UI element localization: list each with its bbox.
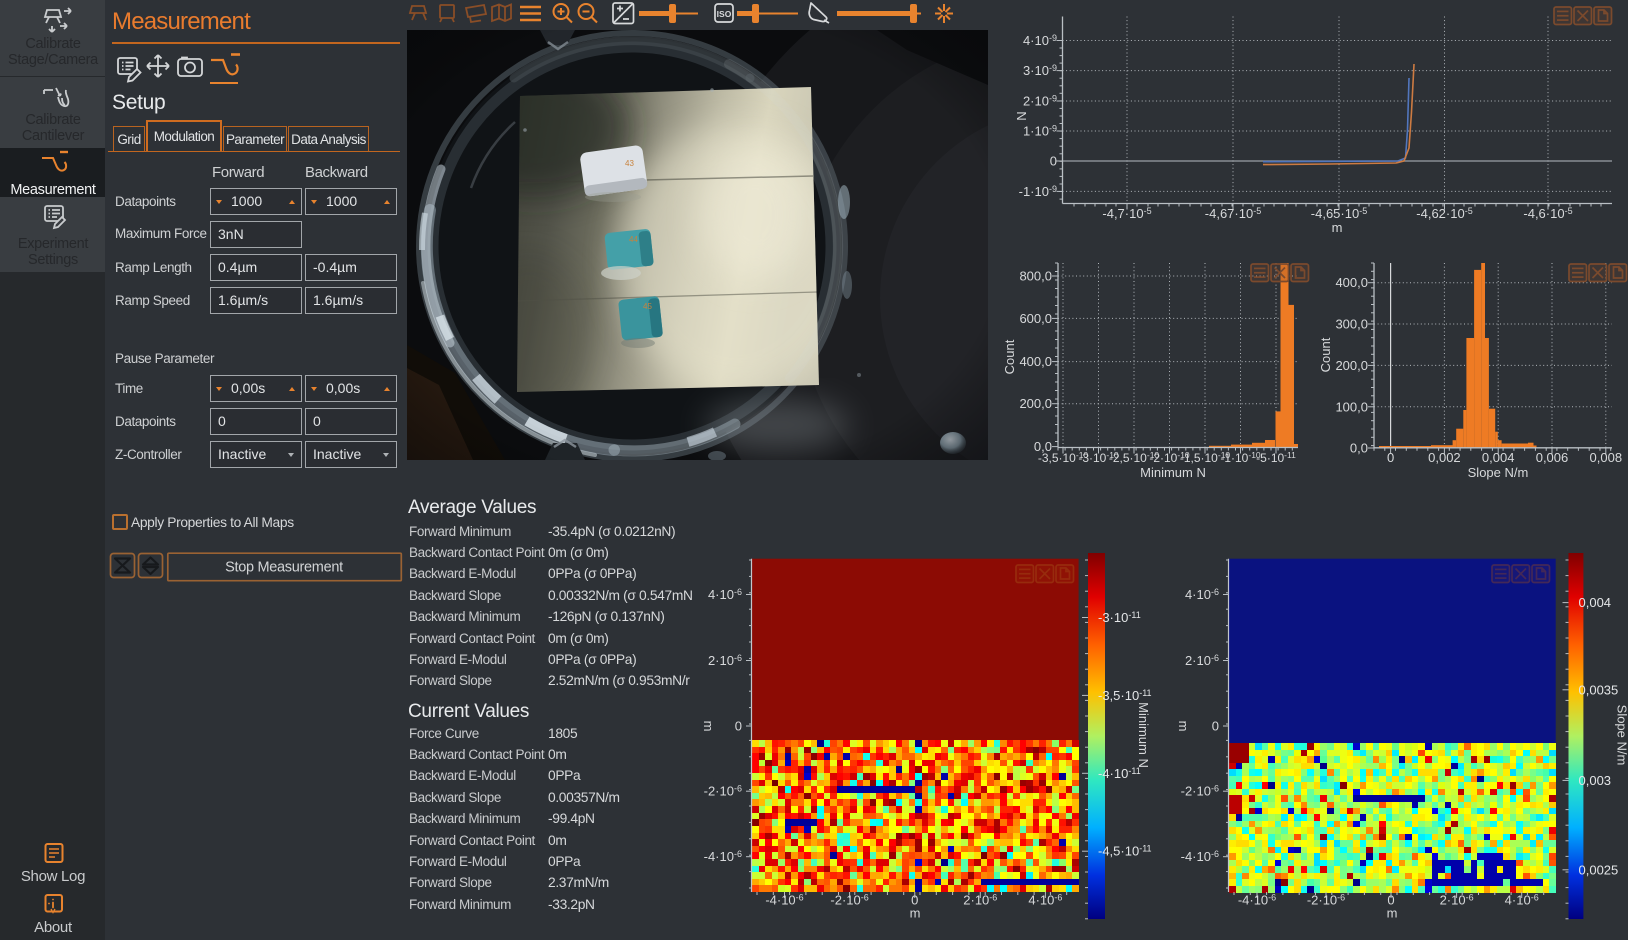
svg-text:600,0: 600,0 (1019, 311, 1052, 326)
svg-text:-3,5·10-11: -3,5·10-11 (1098, 688, 1152, 703)
svg-text:1·10-9: 1·10-9 (1023, 124, 1057, 139)
svg-text:300,0: 300,0 (1335, 317, 1368, 332)
svg-text:-2·10-6: -2·10-6 (1307, 893, 1345, 908)
svg-text:Count: Count (1320, 337, 1333, 372)
svg-text:0,002: 0,002 (1428, 450, 1461, 465)
svg-text:-4,5·10-11: -4,5·10-11 (1098, 844, 1152, 859)
svg-text:0,008: 0,008 (1590, 450, 1623, 465)
svg-text:0,0: 0,0 (1350, 441, 1368, 456)
svg-text:-3·10-11: -3·10-11 (1098, 610, 1141, 625)
svg-text:-1·10-9: -1·10-9 (1019, 184, 1057, 199)
svg-text:400,0: 400,0 (1335, 275, 1368, 290)
svg-text:0,003: 0,003 (1579, 773, 1612, 788)
svg-text:-4,6·10-5: -4,6·10-5 (1523, 206, 1572, 221)
svg-text:Settings: Settings (28, 252, 78, 268)
svg-text:About: About (34, 919, 73, 936)
svg-text:100,0: 100,0 (1335, 399, 1368, 414)
svg-text:N: N (1014, 111, 1029, 120)
svg-text:Stage/Camera: Stage/Camera (8, 52, 99, 68)
svg-text:m: m (1332, 220, 1343, 235)
svg-text:Minimum N: Minimum N (1140, 465, 1206, 480)
svg-text:4·10-6: 4·10-6 (1185, 587, 1219, 602)
svg-text:-4,7·10-5: -4,7·10-5 (1102, 206, 1151, 221)
svg-text:Slope N/m: Slope N/m (1468, 465, 1529, 480)
svg-text:-4·10-6: -4·10-6 (1181, 849, 1219, 864)
svg-text:2·10-6: 2·10-6 (963, 893, 997, 908)
svg-text:Calibrate: Calibrate (25, 112, 81, 128)
svg-text:0,004: 0,004 (1482, 450, 1515, 465)
svg-text:2·10-9: 2·10-9 (1023, 94, 1057, 109)
svg-text:-4·10-6: -4·10-6 (1238, 893, 1276, 908)
svg-text:-2·10-6: -2·10-6 (830, 893, 868, 908)
svg-text:400,0: 400,0 (1019, 354, 1052, 369)
svg-text:0,004: 0,004 (1579, 595, 1612, 610)
svg-text:-5·10-11: -5·10-11 (1256, 450, 1296, 465)
svg-text:Count: Count (1002, 339, 1017, 374)
svg-text:Slope N/m: Slope N/m (1614, 705, 1628, 766)
svg-text:Calibrate: Calibrate (25, 36, 81, 52)
svg-text:0,006: 0,006 (1536, 450, 1569, 465)
svg-text:2·10-6: 2·10-6 (1185, 653, 1219, 668)
svg-text:Minimum N: Minimum N (1136, 702, 1151, 768)
svg-text:0: 0 (1387, 450, 1394, 465)
svg-text:200,0: 200,0 (1335, 358, 1368, 373)
svg-text:-1·10-10: -1·10-10 (1220, 450, 1261, 465)
svg-text:3·10-9: 3·10-9 (1023, 63, 1057, 78)
svg-text:-4,65·10-5: -4,65·10-5 (1311, 206, 1367, 221)
svg-text:2·10-6: 2·10-6 (1440, 893, 1474, 908)
svg-text:-4·10-11: -4·10-11 (1098, 766, 1141, 781)
svg-text:4·10-9: 4·10-9 (1023, 33, 1057, 48)
svg-text:-2·10-6: -2·10-6 (1181, 784, 1219, 799)
svg-text:m: m (910, 906, 921, 921)
svg-text:m: m (1176, 721, 1191, 732)
svg-text:0: 0 (1050, 154, 1057, 169)
svg-text:ISO: ISO (717, 9, 732, 19)
svg-text:0,0035: 0,0035 (1579, 682, 1619, 697)
svg-text:Experiment: Experiment (18, 236, 89, 252)
svg-text:-4·10-6: -4·10-6 (765, 893, 803, 908)
svg-text:Cantilever: Cantilever (22, 128, 85, 144)
svg-text:0,0025: 0,0025 (1579, 862, 1619, 877)
svg-text:800,0: 800,0 (1019, 269, 1052, 284)
svg-text:4·10-6: 4·10-6 (1028, 893, 1062, 908)
svg-text:-4,67·10-5: -4,67·10-5 (1205, 206, 1261, 221)
svg-text:-4,62·10-5: -4,62·10-5 (1416, 206, 1472, 221)
svg-text:m: m (1387, 906, 1398, 921)
svg-text:4·10-6: 4·10-6 (1505, 893, 1539, 908)
svg-text:0: 0 (1212, 719, 1219, 734)
svg-text:200,0: 200,0 (1019, 396, 1052, 411)
